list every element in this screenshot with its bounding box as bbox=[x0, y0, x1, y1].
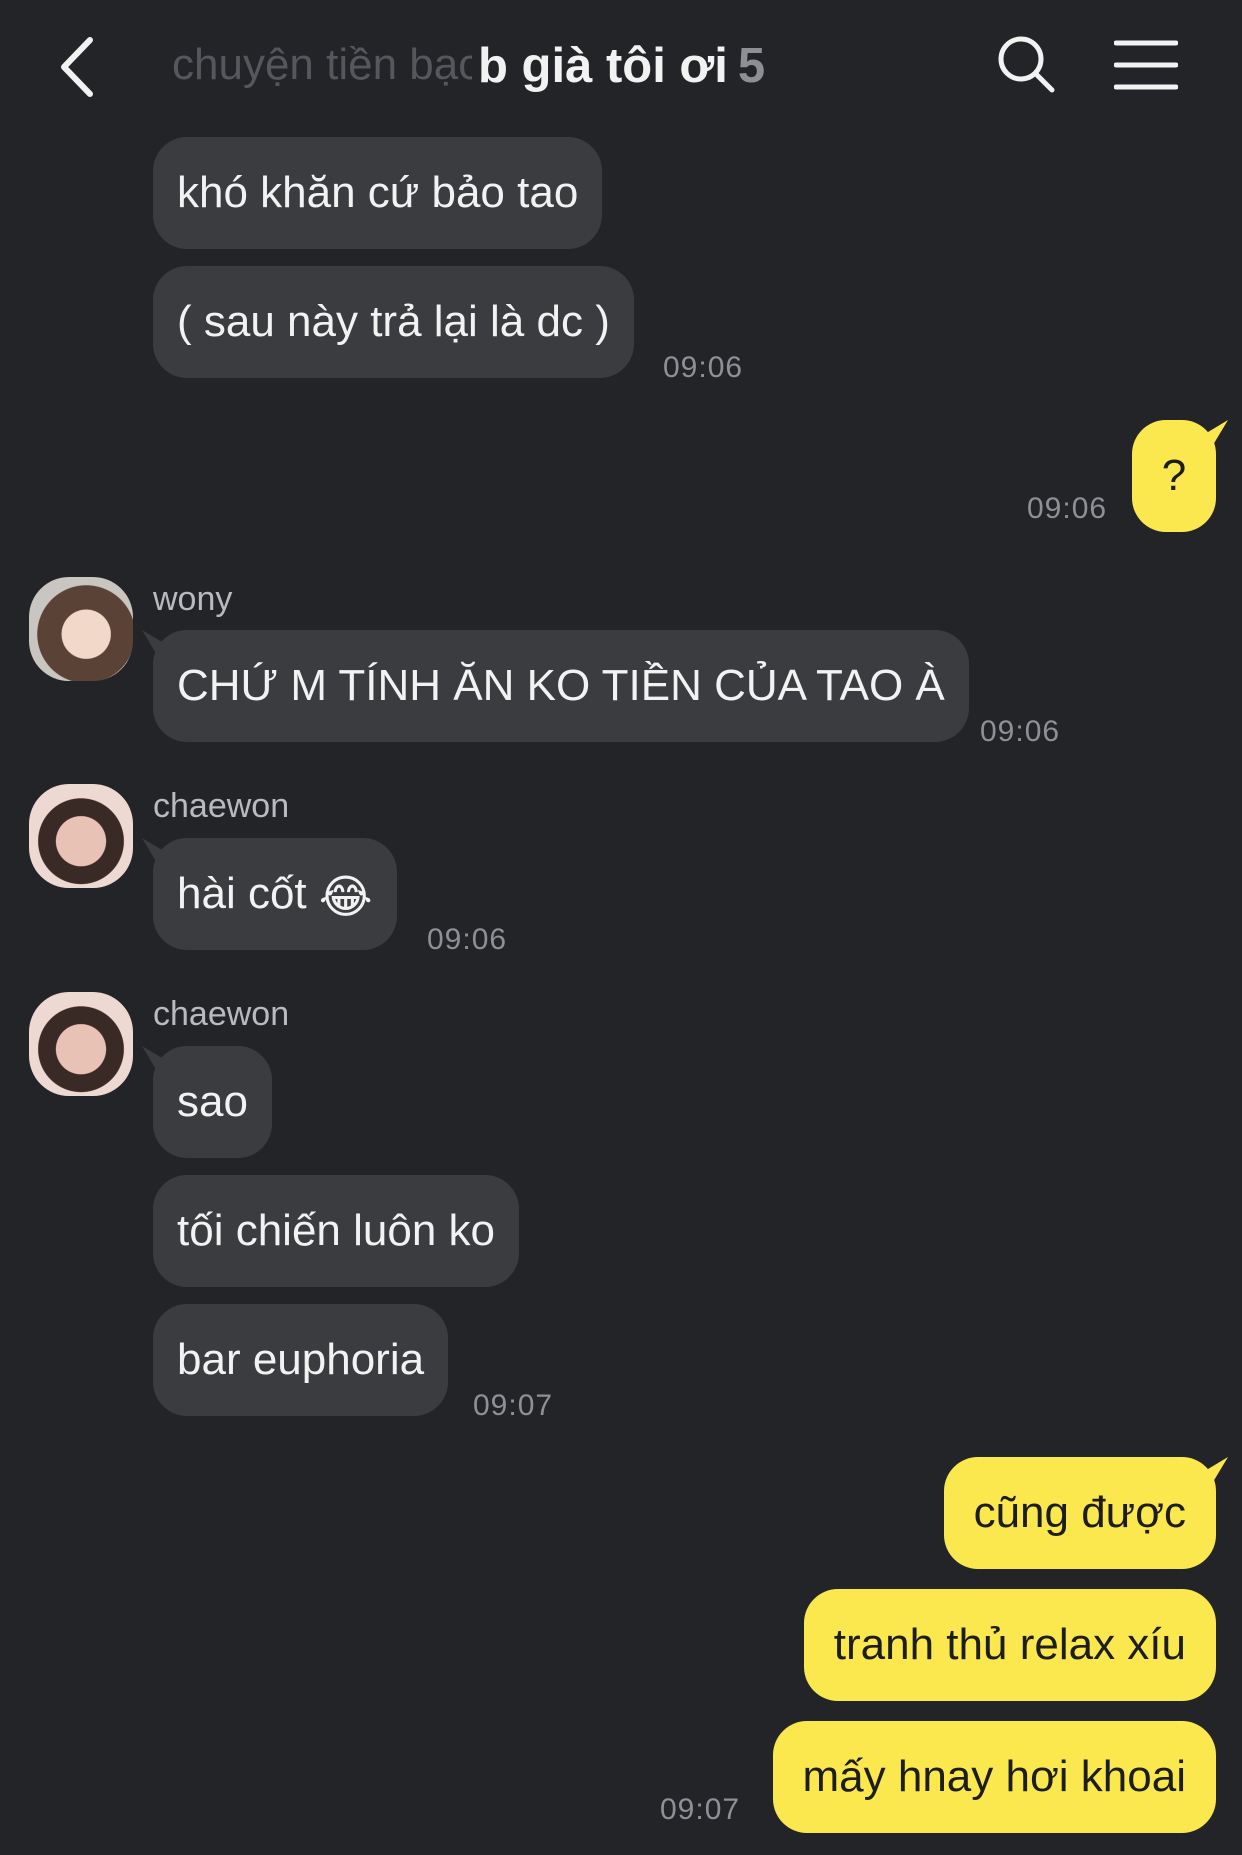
menu-button[interactable] bbox=[1113, 38, 1179, 92]
message-bubble-outgoing[interactable]: mấy hnay hơi khoai bbox=[772, 1721, 1216, 1833]
message-bubble-incoming[interactable]: sao bbox=[153, 1046, 272, 1158]
message-bubble-incoming[interactable]: bar euphoria bbox=[153, 1304, 449, 1416]
message-timestamp: 09:06 bbox=[427, 923, 508, 956]
avatar[interactable] bbox=[29, 784, 133, 888]
sender-name: chaewon bbox=[153, 787, 290, 825]
back-button[interactable] bbox=[52, 32, 112, 102]
message-timestamp: 09:06 bbox=[980, 715, 1061, 748]
message-timestamp: 09:06 bbox=[663, 351, 744, 384]
message-bubble-incoming[interactable]: ( sau này trả lại là dc ) bbox=[153, 266, 634, 378]
chat-title-group[interactable]: b già tôi ơi 5 bbox=[478, 38, 765, 94]
message-bubble-incoming[interactable]: CHỨ M TÍNH ĂN KO TIỀN CỦA TAO À bbox=[153, 630, 969, 742]
chat-title: b già tôi ơi bbox=[478, 39, 728, 93]
chat-header: chuyện tiền bạc b già tôi ơi 5 bbox=[0, 0, 1242, 130]
message-bubble-outgoing[interactable]: tranh thủ relax xíu bbox=[803, 1589, 1216, 1701]
avatar[interactable] bbox=[29, 577, 133, 681]
previous-chat-title: chuyện tiền bạc bbox=[172, 40, 472, 89]
menu-icon bbox=[1113, 40, 1179, 90]
message-bubble-outgoing[interactable]: cũng được bbox=[943, 1457, 1216, 1569]
search-icon bbox=[998, 36, 1055, 93]
laughing-emoji: 😂 bbox=[318, 870, 373, 923]
member-count: 5 bbox=[737, 39, 766, 93]
message-text: hài cốt bbox=[177, 869, 307, 918]
message-timestamp: 09:06 bbox=[1027, 492, 1108, 525]
message-timestamp: 09:07 bbox=[473, 1389, 554, 1422]
message-timestamp: 09:07 bbox=[660, 1793, 741, 1826]
message-bubble-incoming[interactable]: khó khăn cứ bảo tao bbox=[153, 137, 603, 249]
message-bubble-incoming[interactable]: hài cốt 😂 bbox=[153, 838, 397, 950]
sender-name: chaewon bbox=[153, 995, 290, 1033]
message-bubble-incoming[interactable]: tối chiến luôn ko bbox=[153, 1175, 519, 1287]
avatar[interactable] bbox=[29, 992, 133, 1096]
sender-name: wony bbox=[153, 580, 233, 618]
back-arrow-icon bbox=[61, 37, 93, 97]
search-button[interactable] bbox=[994, 32, 1058, 96]
